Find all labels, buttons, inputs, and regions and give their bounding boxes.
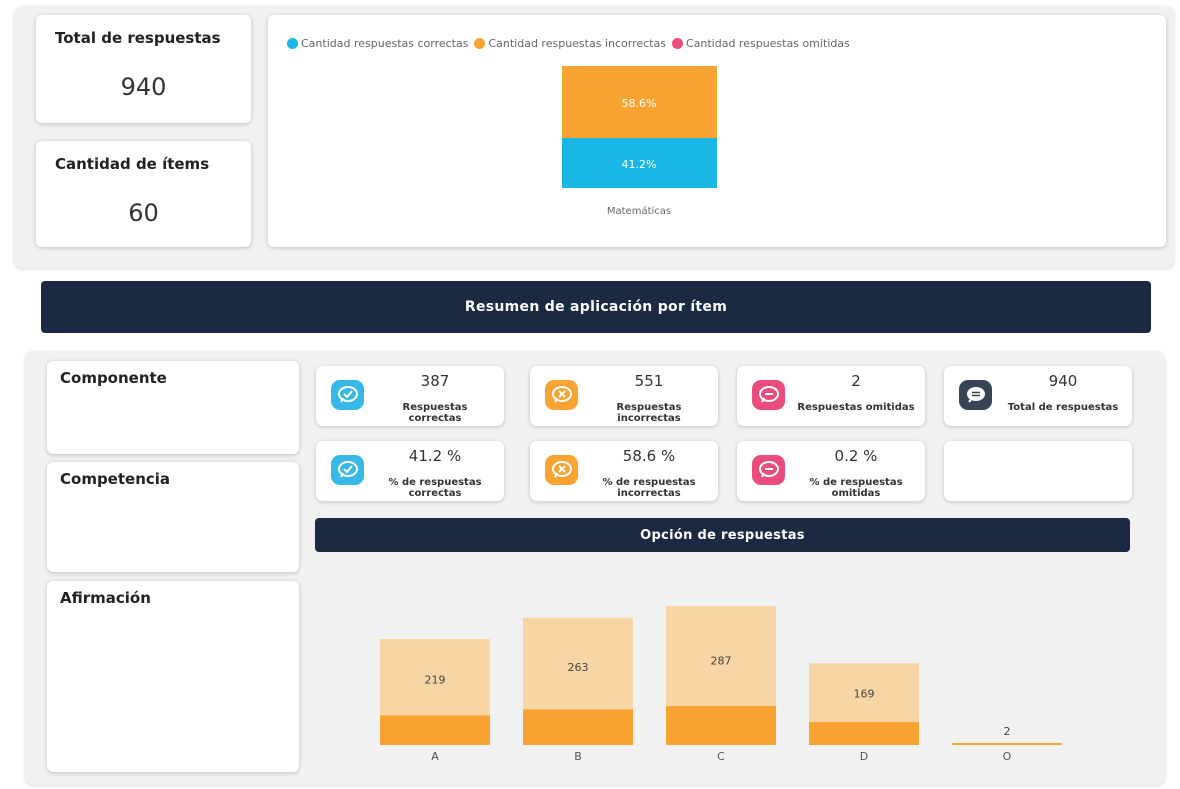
- summary-banner: Resumen de aplicación por ítem: [41, 281, 1151, 333]
- check-chat-icon: [331, 455, 364, 485]
- correct-count-value: 387: [420, 372, 450, 390]
- option-category-label: D: [860, 750, 868, 763]
- total-count-value: 940: [1048, 372, 1078, 390]
- correct-count-label: Respuestas correctas: [402, 402, 468, 424]
- affirmation-panel: Afirmación: [47, 581, 299, 772]
- total-count-label: Total de respuestas: [1007, 402, 1119, 413]
- bar-label-correct: 41.2%: [622, 158, 657, 171]
- total-responses-value: 940: [120, 73, 167, 101]
- incorrect-count-value: 551: [634, 372, 664, 390]
- option-value-label: 169: [854, 688, 875, 701]
- x-chat-icon: [545, 455, 578, 485]
- correct-count-card: 387 Respuestas correctas: [316, 366, 504, 426]
- total-count-card: 940 Total de respuestas: [944, 366, 1132, 426]
- omitted-pct-label: % de respuestas omitidas: [809, 477, 903, 499]
- option-category-label: B: [574, 750, 582, 763]
- correct-pct-card: 41.2 % % de respuestas correctas: [316, 441, 504, 501]
- option-value-label: 287: [711, 654, 732, 667]
- bar-label-incorrect: 58.6%: [622, 97, 657, 110]
- incorrect-pct-label: % de respuestas incorrectas: [602, 477, 696, 499]
- incorrect-pct-card: 58.6 % % de respuestas incorrectas: [530, 441, 718, 501]
- omitted-pct-card: 0.2 % % de respuestas omitidas: [737, 441, 925, 501]
- message-icon: [959, 380, 992, 410]
- option-bar-fill-b[interactable]: [523, 709, 633, 745]
- affirmation-title: Afirmación: [60, 589, 151, 607]
- incorrect-pct-value: 58.6 %: [622, 447, 676, 465]
- omitted-count-card: 2 Respuestas omitidas: [737, 366, 925, 426]
- category-label: Matemáticas: [607, 205, 671, 217]
- correct-pct-label: % de respuestas correctas: [388, 477, 482, 499]
- check-chat-icon: [331, 380, 364, 410]
- subject-chart-card: Cantidad respuestas correctas Cantidad r…: [268, 15, 1166, 247]
- component-title: Componente: [60, 369, 167, 387]
- omitted-count-label: Respuestas omitidas: [797, 402, 915, 413]
- incorrect-count-card: 551 Respuestas incorrectas: [530, 366, 718, 426]
- options-bar-chart: 219 A 263 B 287 C 169 D 2 O: [380, 606, 1062, 763]
- empty-card: [944, 441, 1132, 501]
- competence-panel: Competencia: [47, 462, 299, 572]
- option-value-label: 219: [425, 674, 446, 687]
- competence-title: Competencia: [60, 470, 171, 488]
- option-category-label: A: [431, 750, 439, 763]
- item-count-value: 60: [128, 199, 159, 227]
- total-responses-label: Total de respuestas: [55, 29, 221, 47]
- omitted-pct-value: 0.2 %: [834, 447, 878, 465]
- total-responses-card: Total de respuestas 940: [36, 15, 251, 123]
- option-bar-fill-o[interactable]: [952, 743, 1062, 745]
- option-bar-fill-a[interactable]: [380, 715, 490, 745]
- options-banner: Opción de respuestas: [315, 518, 1130, 552]
- stacked-bar-chart: 58.6% 41.2% Matemáticas: [562, 66, 717, 217]
- minus-chat-icon: [752, 380, 785, 410]
- component-panel: Componente: [47, 361, 299, 454]
- correct-pct-value: 41.2 %: [408, 447, 462, 465]
- option-value-label: 263: [568, 661, 589, 674]
- option-category-label: C: [717, 750, 725, 763]
- item-count-card: Cantidad de ítems 60: [36, 141, 251, 247]
- omitted-count-value: 2: [851, 372, 861, 390]
- option-value-label: 2: [1004, 725, 1011, 738]
- incorrect-count-label: Respuestas incorrectas: [616, 402, 682, 424]
- item-count-label: Cantidad de ítems: [55, 155, 210, 173]
- minus-chat-icon: [752, 455, 785, 485]
- x-chat-icon: [545, 380, 578, 410]
- option-bar-fill-c[interactable]: [666, 706, 776, 745]
- option-category-label: O: [1003, 750, 1012, 763]
- option-bar-fill-d[interactable]: [809, 722, 919, 745]
